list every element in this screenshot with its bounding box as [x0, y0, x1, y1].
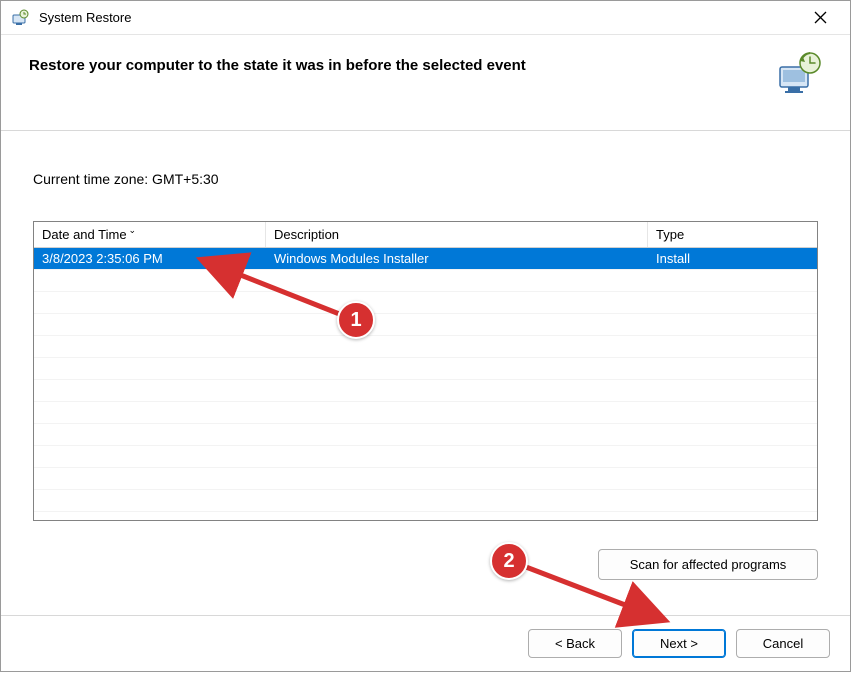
- column-label: Date and Time: [42, 227, 127, 242]
- scan-affected-button[interactable]: Scan for affected programs: [598, 549, 818, 580]
- wizard-footer: < Back Next > Cancel: [1, 615, 850, 671]
- table-row-empty: [34, 490, 817, 512]
- next-button[interactable]: Next >: [632, 629, 726, 658]
- system-restore-icon: [11, 9, 29, 27]
- restore-icon: [776, 51, 822, 97]
- table-row-empty: [34, 314, 817, 336]
- cell-type: Install: [648, 249, 817, 268]
- column-label: Description: [274, 227, 339, 242]
- table-row-empty: [34, 424, 817, 446]
- cell-description: Windows Modules Installer: [266, 249, 648, 268]
- cancel-button[interactable]: Cancel: [736, 629, 830, 658]
- instruction-text: Restore your computer to the state it wa…: [29, 57, 764, 74]
- table-row[interactable]: 3/8/2023 2:35:06 PM Windows Modules Inst…: [34, 248, 817, 270]
- restore-point-list[interactable]: Date and Time ⌄ Description Type 3/8/202…: [33, 221, 818, 521]
- table-row-empty: [34, 336, 817, 358]
- wizard-header: Restore your computer to the state it wa…: [1, 35, 850, 131]
- table-row-empty: [34, 270, 817, 292]
- list-body: 3/8/2023 2:35:06 PM Windows Modules Inst…: [34, 248, 817, 520]
- cell-datetime: 3/8/2023 2:35:06 PM: [34, 249, 266, 268]
- close-button[interactable]: [800, 3, 840, 33]
- table-row-empty: [34, 402, 817, 424]
- timezone-label: Current time zone: GMT+5:30: [33, 171, 818, 187]
- table-row-empty: [34, 380, 817, 402]
- titlebar: System Restore: [1, 1, 850, 35]
- window-title: System Restore: [39, 10, 131, 25]
- table-row-empty: [34, 358, 817, 380]
- content-area: Current time zone: GMT+5:30 Date and Tim…: [1, 131, 850, 531]
- table-row-empty: [34, 292, 817, 314]
- back-button[interactable]: < Back: [528, 629, 622, 658]
- sort-indicator-icon: ⌄: [129, 225, 137, 236]
- column-header-datetime[interactable]: Date and Time ⌄: [34, 222, 266, 247]
- close-icon: [814, 11, 827, 24]
- table-row-empty: [34, 468, 817, 490]
- scan-row: Scan for affected programs: [1, 531, 850, 590]
- column-header-description[interactable]: Description: [266, 222, 648, 247]
- list-header: Date and Time ⌄ Description Type: [34, 222, 817, 248]
- table-row-empty: [34, 446, 817, 468]
- column-header-type[interactable]: Type: [648, 222, 817, 247]
- column-label: Type: [656, 227, 684, 242]
